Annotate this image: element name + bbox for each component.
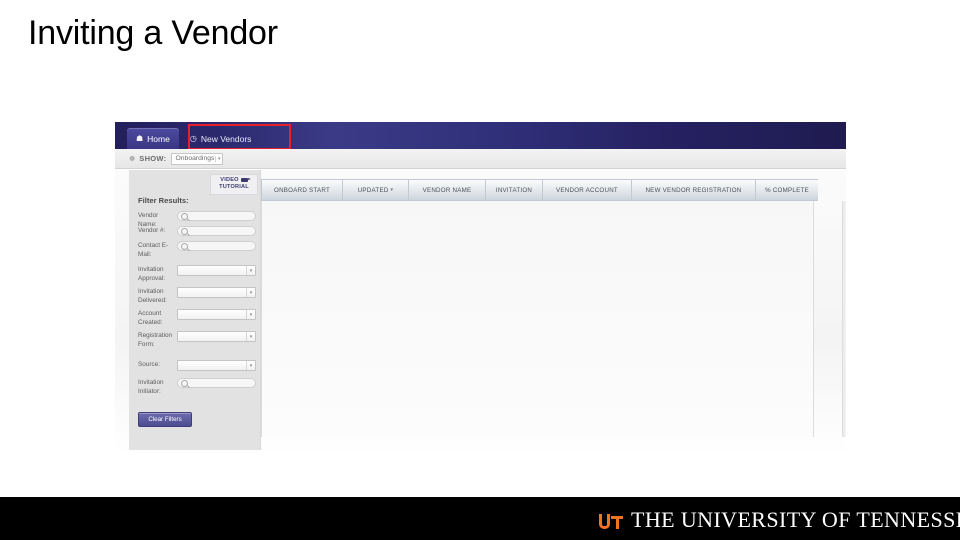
column-header-vendor-account-label: VENDOR ACCOUNT [556, 186, 618, 194]
show-toolbar: ☸ SHOW: Onboardings ▾ [115, 149, 846, 169]
filter-row-invitation-delivered: Invitation Delivered: ▾ [138, 287, 256, 305]
filter-label-contact-email: Contact E-Mail: [138, 242, 169, 258]
column-header-updated[interactable]: UPDATED ▾ [343, 180, 409, 200]
filter-label-account-created: Account Created: [138, 310, 163, 326]
source-select[interactable]: ▾ [177, 360, 256, 371]
column-header-invitation[interactable]: INVITATION [486, 180, 543, 200]
column-header-onboard-start-label: ONBOARD START [274, 186, 330, 194]
column-header-invitation-label: INVITATION [495, 186, 533, 194]
ut-logo-icon [599, 512, 623, 529]
search-icon [181, 227, 188, 235]
filter-row-registration-form: Registration Form: ▾ [138, 331, 256, 349]
video-tutorial-line1-wrap: VIDEO [213, 177, 255, 184]
filter-row-source: Source: ▾ [138, 360, 256, 371]
filter-label-invitation-initiator: Invitation Initiator: [138, 379, 164, 395]
chevron-down-icon: ▾ [246, 361, 255, 370]
nav-tab-new-vendors[interactable]: ◷ New Vendors [181, 128, 261, 149]
column-header-updated-label: UPDATED [357, 186, 389, 194]
account-created-select[interactable]: ▾ [177, 309, 256, 320]
column-header-new-vendor-registration-label: NEW VENDOR REGISTRATION [645, 186, 742, 194]
clock-icon: ◷ [189, 133, 197, 143]
page-title: Inviting a Vendor [28, 14, 278, 52]
column-header-vendor-account[interactable]: VENDOR ACCOUNT [543, 180, 632, 200]
filter-label-invitation-delivered: Invitation Delivered: [138, 288, 167, 304]
nav-tab-home-label: Home [147, 133, 170, 144]
column-header-onboard-start[interactable]: ONBOARD START [262, 180, 343, 200]
video-tutorial-line2: TUTORIAL [219, 183, 249, 190]
filter-row-vendor-number: Vendor #: [138, 226, 256, 236]
app-body: VIDEO TUTORIAL Filter Results: Vendor Na… [115, 170, 846, 456]
invitation-delivered-select[interactable]: ▾ [177, 287, 256, 298]
filter-row-account-created: Account Created: ▾ [138, 309, 256, 327]
vendor-name-input[interactable] [177, 211, 256, 221]
filter-row-contact-email: Contact E-Mail: [138, 241, 256, 259]
filter-label-invitation-approval: Invitation Approval: [138, 266, 165, 282]
invitation-initiator-input[interactable] [177, 378, 256, 388]
filter-icon: ☸ [129, 155, 136, 163]
university-name: THE UNIVERSITY OF TENNESSEE [631, 507, 960, 532]
filter-label-source: Source: [138, 361, 161, 368]
app-navbar: ☗ Home ◷ New Vendors [115, 122, 846, 150]
column-header-vendor-name-label: VENDOR NAME [422, 186, 472, 194]
chevron-down-icon: ▾ [246, 266, 255, 275]
column-header-new-vendor-registration[interactable]: NEW VENDOR REGISTRATION [632, 180, 756, 200]
registration-form-select[interactable]: ▾ [177, 331, 256, 342]
chevron-down-icon: ▾ [246, 288, 255, 297]
home-icon: ☗ [136, 133, 144, 143]
contact-email-input[interactable] [177, 241, 256, 251]
clear-filters-button[interactable]: Clear Filters [138, 412, 192, 427]
filter-label-registration-form: Registration Form: [138, 332, 173, 348]
video-tutorial-line1: VIDEO [220, 177, 239, 183]
filter-label-vendor-number: Vendor #: [138, 227, 166, 234]
ut-logo-u [599, 513, 610, 529]
ut-logo-t [611, 514, 623, 529]
app-screenshot: ☗ Home ◷ New Vendors ☸ SHOW: Onboardings… [115, 122, 846, 456]
filter-panel: VIDEO TUTORIAL Filter Results: Vendor Na… [129, 170, 261, 450]
video-tutorial-button[interactable]: VIDEO TUTORIAL [210, 174, 258, 195]
show-select-value: Onboardings [175, 155, 215, 162]
results-table: ONBOARD START UPDATED ▾ VENDOR NAME INVI… [261, 170, 846, 456]
video-camera-icon [240, 177, 251, 182]
column-header-percent-complete-label: % COMPLETE [765, 186, 809, 194]
search-icon [181, 379, 188, 387]
footer-band: THE UNIVERSITY OF TENNESSEE [0, 497, 960, 540]
column-header-percent-complete[interactable]: % COMPLETE [756, 180, 818, 200]
show-label: SHOW: [139, 154, 167, 163]
invitation-approval-select[interactable]: ▾ [177, 265, 256, 276]
search-icon [181, 242, 188, 250]
nav-tab-home[interactable]: ☗ Home [127, 128, 179, 149]
table-empty-body [261, 201, 814, 437]
filter-row-invitation-initiator: Invitation Initiator: [138, 378, 256, 396]
vertical-scrollbar[interactable] [842, 201, 846, 437]
sort-descending-icon: ▾ [390, 187, 394, 193]
filter-row-invitation-approval: Invitation Approval: ▾ [138, 265, 256, 283]
vendor-number-input[interactable] [177, 226, 256, 236]
nav-tab-list: ☗ Home ◷ New Vendors [127, 128, 260, 149]
table-header-row: ONBOARD START UPDATED ▾ VENDOR NAME INVI… [261, 179, 818, 201]
show-select[interactable]: Onboardings ▾ [171, 152, 224, 165]
search-icon [181, 212, 188, 220]
university-brand: THE UNIVERSITY OF TENNESSEE [599, 507, 960, 533]
chevron-down-icon: ▾ [246, 310, 255, 319]
column-header-vendor-name[interactable]: VENDOR NAME [409, 180, 486, 200]
chevron-down-icon: ▾ [246, 332, 255, 341]
filter-results-heading: Filter Results: [138, 196, 189, 205]
nav-tab-new-vendors-label: New Vendors [200, 133, 252, 144]
chevron-down-icon: ▾ [214, 155, 220, 162]
